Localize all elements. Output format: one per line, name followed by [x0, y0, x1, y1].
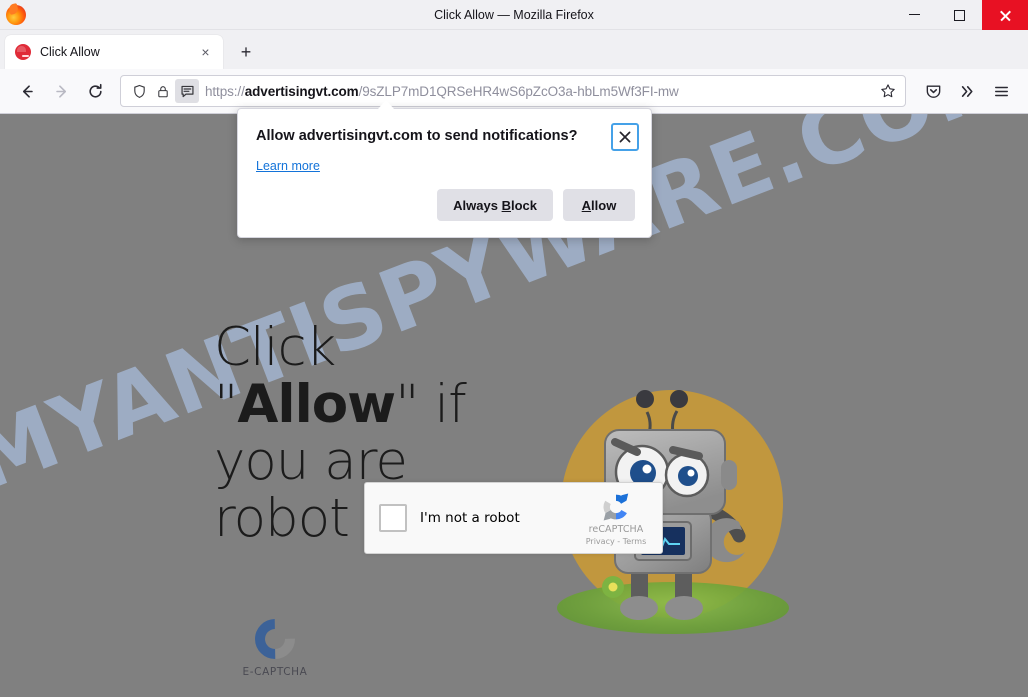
headline-emphasis: Allow [237, 374, 396, 435]
recaptcha-terms-link[interactable]: Terms [623, 537, 647, 546]
shield-icon[interactable] [127, 79, 151, 103]
allow-accel: A [581, 197, 592, 213]
url-text[interactable]: https://advertisingvt.com/9sZLP7mD1QRSeH… [205, 84, 875, 99]
close-window-button[interactable] [982, 0, 1028, 30]
recaptcha-privacy-link[interactable]: Privacy [586, 537, 615, 546]
recaptcha-widget[interactable]: I'm not a robot reCAPTCHA Privacy - Term… [364, 482, 663, 554]
firefox-logo-icon [6, 4, 26, 25]
close-tab-button[interactable]: × [196, 43, 215, 62]
popup-header: Allow advertisingvt.com to send notifica… [238, 109, 651, 151]
recaptcha-checkbox-label: I'm not a robot [420, 510, 520, 526]
url-domain: advertisingvt.com [244, 83, 359, 99]
block-prefix: Always [453, 197, 502, 213]
recaptcha-checkbox[interactable] [379, 504, 407, 532]
forward-arrow-icon [55, 84, 66, 98]
block-suffix: lock [510, 197, 537, 213]
popup-title: Allow advertisingvt.com to send notifica… [256, 128, 578, 144]
allow-suffix: llow [591, 197, 617, 213]
allow-button[interactable]: Allow [563, 189, 635, 221]
forward-button[interactable] [44, 75, 78, 107]
notification-permission-popup: Allow advertisingvt.com to send notifica… [237, 100, 652, 238]
popup-close-button[interactable] [611, 123, 639, 151]
url-path: /9sZLP7mD1QRSeHR4wS6pZcO3a-hbLm5Wf3FI-mw [358, 83, 679, 99]
minimize-button[interactable] [892, 0, 937, 30]
tab-favicon-icon [15, 44, 31, 60]
tab-title: Click Allow [40, 45, 100, 59]
recaptcha-logo-icon [603, 492, 629, 520]
popup-actions: Always Block Allow [238, 175, 651, 237]
reload-icon [88, 83, 102, 98]
ecaptcha-c-logo-icon [255, 619, 295, 659]
reload-button[interactable] [78, 75, 112, 107]
notification-bubble-icon[interactable] [175, 79, 199, 103]
url-bar[interactable]: https://advertisingvt.com/9sZLP7mD1QRSeH… [120, 75, 906, 107]
recaptcha-branding: reCAPTCHA Privacy - Terms [580, 491, 652, 546]
ecaptcha-label: E-CAPTCHA [242, 666, 308, 678]
close-icon [619, 131, 631, 143]
recaptcha-brand-name: reCAPTCHA [588, 523, 644, 535]
always-block-button[interactable]: Always Block [437, 189, 553, 221]
title-bar: Click Allow — Mozilla Firefox [0, 0, 1028, 30]
padlock-icon[interactable] [151, 79, 175, 103]
url-scheme: https:// [205, 83, 245, 99]
block-accel: B [501, 197, 511, 213]
window-title: Click Allow — Mozilla Firefox [434, 7, 594, 22]
hamburger-menu-icon[interactable] [984, 75, 1018, 107]
pocket-icon[interactable] [916, 75, 950, 107]
bookmark-star-icon[interactable] [875, 78, 901, 104]
ecaptcha-branding: E-CAPTCHA [220, 619, 330, 678]
firefox-window: Click Allow — Mozilla Firefox Click Allo… [0, 0, 1028, 697]
tab-strip: Click Allow × + [0, 30, 1028, 69]
learn-more-link[interactable]: Learn more [238, 151, 320, 173]
window-controls [892, 0, 1028, 30]
overflow-chevron-icon[interactable] [950, 75, 984, 107]
maximize-button[interactable] [937, 0, 982, 30]
recaptcha-legal-links[interactable]: Privacy - Terms [580, 537, 652, 546]
tab-click-allow[interactable]: Click Allow × [5, 35, 223, 69]
recaptcha-link-separator: - [614, 536, 623, 546]
toolbar-right-actions [916, 75, 1018, 107]
back-button[interactable] [10, 75, 44, 107]
back-arrow-icon [22, 84, 33, 98]
new-tab-button[interactable]: + [232, 38, 260, 66]
